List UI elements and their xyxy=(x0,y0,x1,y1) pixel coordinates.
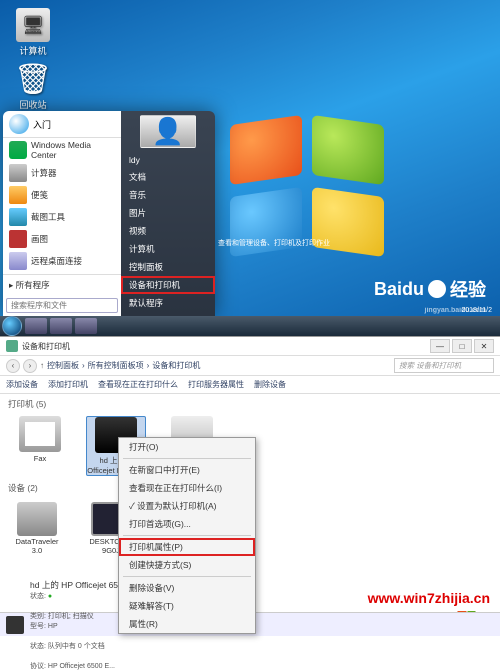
context-menu-item[interactable]: ✓ 设置为默认打印机(A) xyxy=(119,497,255,515)
app-icon xyxy=(9,208,27,226)
start-menu-right: 👤 ldy文档音乐图片视频计算机控制面板设备和打印机默认程序帮助和支持 xyxy=(121,111,215,316)
devices-icon xyxy=(6,340,18,352)
start-menu-item[interactable]: 计算器 xyxy=(3,162,121,184)
toolbar-item[interactable]: 添加打印机 xyxy=(48,379,88,390)
app-icon xyxy=(9,164,27,182)
status-name: hd 上的 HP Officejet 6500 E710n-z xyxy=(30,579,494,591)
maximize-button[interactable]: □ xyxy=(452,339,472,353)
start-right-item[interactable]: ldy xyxy=(121,152,215,168)
user-avatar[interactable]: 👤 xyxy=(140,115,196,148)
window-title: 设备和打印机 xyxy=(22,341,70,352)
breadcrumb-item[interactable]: 所有控制面板项 xyxy=(88,360,144,371)
context-menu-item[interactable]: 打印首选项(G)... xyxy=(119,515,255,533)
context-menu-item[interactable]: 在新窗口中打开(E) xyxy=(119,461,255,479)
printer-icon xyxy=(19,416,61,452)
toolbar-item[interactable]: 打印服务器属性 xyxy=(188,379,244,390)
context-menu-item[interactable]: 属性(R) xyxy=(119,615,255,633)
taskbar-media-icon[interactable] xyxy=(75,318,97,334)
back-button[interactable]: ‹ xyxy=(6,359,20,373)
context-menu-item[interactable]: 创建快捷方式(S) xyxy=(119,556,255,574)
start-right-item[interactable]: 计算机 xyxy=(121,240,215,258)
start-right-item[interactable]: 音乐 xyxy=(121,186,215,204)
close-button[interactable]: ✕ xyxy=(474,339,494,353)
explorer-search[interactable]: 搜索 设备和打印机 xyxy=(394,358,494,373)
forward-button[interactable]: › xyxy=(23,359,37,373)
start-menu: 入门 Windows Media Center计算器便笺截图工具画图远程桌面连接… xyxy=(3,111,215,316)
context-menu: 打开(O) 在新窗口中打开(E)查看现在正在打印什么(I)✓ 设置为默认打印机(A… xyxy=(118,437,256,634)
context-menu-item[interactable]: 删除设备(V) xyxy=(119,579,255,597)
context-menu-item[interactable]: 查看现在正在打印什么(I) xyxy=(119,479,255,497)
baidu-watermark: Baidu 经验 jingyan.baidu.com xyxy=(374,276,486,302)
desktop-icon-recycle[interactable]: 🗑 回收站 xyxy=(10,62,56,111)
start-menu-item[interactable]: 截图工具 xyxy=(3,206,121,228)
app-icon xyxy=(9,186,27,204)
datetime: 2018/11/2 xyxy=(461,307,492,314)
taskbar-ie-icon[interactable] xyxy=(25,318,47,334)
printers-header: 打印机 (5) xyxy=(0,394,500,414)
search-input[interactable] xyxy=(6,298,118,313)
printer-item[interactable]: Fax xyxy=(10,416,70,463)
context-menu-item[interactable]: 打开(O) xyxy=(119,438,255,456)
getting-started-icon xyxy=(9,114,29,134)
start-right-item[interactable]: 文档 xyxy=(121,168,215,186)
computer-icon: 🖥 xyxy=(16,8,50,42)
up-button[interactable]: ↑ xyxy=(40,361,44,370)
status-printer-icon xyxy=(6,616,24,634)
device-icon xyxy=(17,502,57,536)
start-right-item[interactable]: 视频 xyxy=(121,222,215,240)
toolbar-item[interactable]: 添加设备 xyxy=(6,379,38,390)
taskbar xyxy=(0,316,500,336)
breadcrumb[interactable]: 控制面板 › 所有控制面板项 › 设备和打印机 xyxy=(47,360,391,371)
start-right-item[interactable]: 默认程序 xyxy=(121,294,215,312)
context-menu-item[interactable]: 疑难解答(T) xyxy=(119,597,255,615)
desktop-label: 计算机 xyxy=(19,46,46,56)
paw-icon xyxy=(428,280,446,298)
start-menu-left: 入门 Windows Media Center计算器便笺截图工具画图远程桌面连接… xyxy=(3,111,121,316)
start-menu-item[interactable]: 便笺 xyxy=(3,184,121,206)
taskbar-explorer-icon[interactable] xyxy=(50,318,72,334)
desktop-icon-computer[interactable]: 🖥 计算机 xyxy=(10,8,56,57)
start-menu-item[interactable]: 远程桌面连接 xyxy=(3,250,121,272)
toolbar-item[interactable]: 查看现在正在打印什么 xyxy=(98,379,178,390)
app-icon xyxy=(9,252,27,270)
toolbar: 添加设备添加打印机查看现在正在打印什么打印服务器属性删除设备 xyxy=(0,376,500,394)
app-icon xyxy=(9,141,27,159)
start-right-item[interactable]: 图片 xyxy=(121,204,215,222)
start-menu-item[interactable]: Windows Media Center xyxy=(3,138,121,162)
desktop-label: 回收站 xyxy=(19,100,46,110)
all-programs[interactable]: ▸ 所有程序 xyxy=(3,274,121,295)
start-right-item[interactable]: 设备和打印机 xyxy=(121,276,215,294)
start-menu-item[interactable]: 画图 xyxy=(3,228,121,250)
start-right-item[interactable]: 控制面板 xyxy=(121,258,215,276)
minimize-button[interactable]: — xyxy=(430,339,450,353)
context-menu-item[interactable]: 打印机属性(P) xyxy=(119,538,255,556)
breadcrumb-item[interactable]: 设备和打印机 xyxy=(152,360,200,371)
start-menu-tooltip: 查看和管理设备、打印机及打印作业 xyxy=(218,238,348,248)
start-button[interactable] xyxy=(2,316,22,336)
breadcrumb-item[interactable]: 控制面板 xyxy=(47,360,79,371)
device-item[interactable]: DataTraveler 3.0 xyxy=(10,502,64,555)
toolbar-item[interactable]: 删除设备 xyxy=(254,379,286,390)
app-icon xyxy=(9,230,27,248)
recycle-icon: 🗑 xyxy=(16,62,50,96)
start-menu-header[interactable]: 入门 xyxy=(3,111,121,138)
